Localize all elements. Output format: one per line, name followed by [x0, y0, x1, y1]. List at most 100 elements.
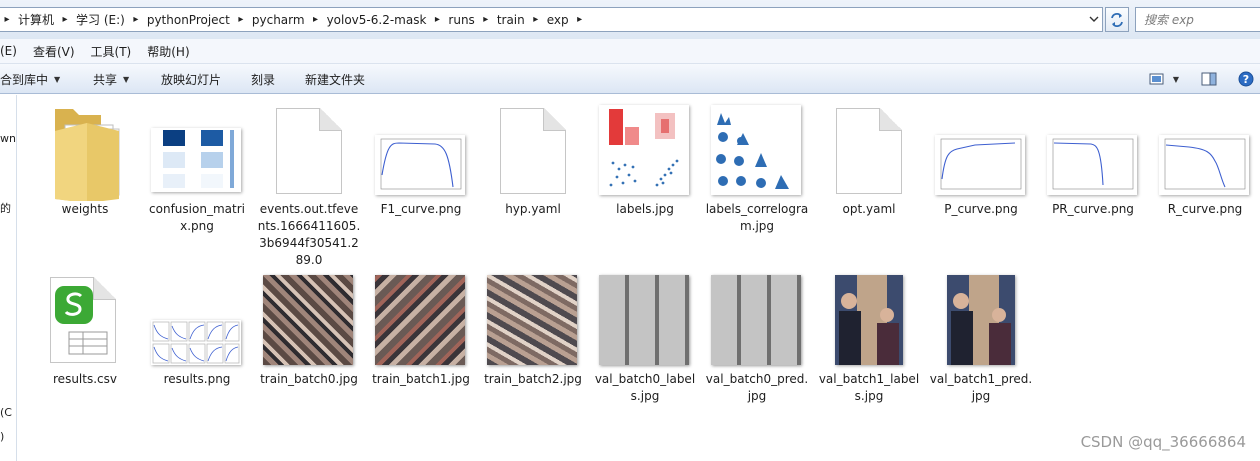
menu-view[interactable]: 查看(V): [27, 43, 81, 60]
file-name: PR_curve.png: [1052, 202, 1134, 216]
menu-tools[interactable]: 工具(T): [85, 43, 138, 60]
file-item-val-batch1-pred[interactable]: val_batch1_pred.jpg: [929, 265, 1033, 425]
breadcrumb-yolov5[interactable]: yolov5-6.2-mask: [323, 8, 431, 31]
nav-item-fragment[interactable]: wn: [0, 132, 16, 145]
image-thumbnail: [375, 135, 465, 195]
dropdown-arrow-icon: ▼: [1172, 74, 1180, 84]
chevron-down-icon[interactable]: [1088, 13, 1100, 25]
file-icon: [836, 108, 902, 194]
image-thumbnail: [711, 275, 801, 365]
file-item-opt-yaml[interactable]: opt.yaml: [817, 95, 921, 225]
image-thumbnail: [835, 275, 903, 365]
folder-icon: [55, 109, 120, 201]
file-item-val-batch0-pred[interactable]: val_batch0_pred.jpg: [705, 265, 809, 425]
view-options-button[interactable]: ▼: [1146, 70, 1182, 88]
image-thumbnail: [375, 275, 465, 365]
file-item-events[interactable]: events.out.tfevents.1666411605.3b6944f30…: [257, 95, 361, 270]
file-item-pr-curve[interactable]: PR_curve.png: [1041, 95, 1145, 225]
file-item-results-png[interactable]: results.png: [145, 265, 249, 395]
file-name: train_batch0.jpg: [260, 372, 358, 386]
file-list: weights confusion_matrix.png events.out.…: [18, 95, 1260, 461]
file-name: confusion_matrix.png: [149, 202, 245, 233]
breadcrumb-computer[interactable]: 计算机: [14, 8, 58, 31]
dropdown-arrow-icon: ▼: [54, 74, 61, 84]
preview-pane-icon: [1201, 72, 1217, 86]
watermark: CSDN @qq_36666864: [1080, 433, 1246, 451]
file-name: train_batch2.jpg: [484, 372, 582, 386]
file-name: results.csv: [53, 372, 117, 386]
file-item-p-curve[interactable]: P_curve.png: [929, 95, 1033, 225]
file-name: weights: [61, 202, 109, 216]
file-item-train-batch1[interactable]: train_batch1.jpg: [369, 265, 473, 395]
help-button[interactable]: ?: [1236, 70, 1256, 88]
spreadsheet-icon: [50, 277, 116, 363]
image-thumbnail: [151, 128, 241, 192]
include-in-library-button[interactable]: 合到库中 ▼: [0, 64, 60, 94]
chevron-right-icon[interactable]: ▸: [479, 8, 493, 31]
file-name: P_curve.png: [944, 202, 1018, 216]
file-item-train-batch2[interactable]: train_batch2.jpg: [481, 265, 585, 395]
view-icon: [1149, 73, 1164, 85]
image-thumbnail: [151, 320, 241, 365]
file-name: train_batch1.jpg: [372, 372, 470, 386]
chevron-right-icon[interactable]: ▸: [129, 8, 143, 31]
file-item-weights[interactable]: weights: [33, 95, 137, 225]
breadcrumb-pythonproject[interactable]: pythonProject: [143, 8, 234, 31]
breadcrumb-train[interactable]: train: [493, 8, 529, 31]
share-button[interactable]: 共享 ▼: [93, 64, 129, 94]
svg-text:?: ?: [1243, 73, 1249, 86]
file-item-val-batch0-labels[interactable]: val_batch0_labels.jpg: [593, 265, 697, 425]
file-name: labels.jpg: [616, 202, 674, 216]
nav-item-fragment[interactable]: 的: [0, 200, 11, 216]
burn-button[interactable]: 刻录: [251, 64, 275, 94]
image-thumbnail: [487, 275, 577, 365]
file-item-f1-curve[interactable]: F1_curve.png: [369, 95, 473, 225]
file-name: results.png: [163, 372, 231, 386]
file-name: opt.yaml: [842, 202, 896, 216]
image-thumbnail: [599, 105, 689, 195]
slideshow-button[interactable]: 放映幻灯片: [161, 64, 221, 94]
file-item-hyp-yaml[interactable]: hyp.yaml: [481, 95, 585, 225]
file-item-results-csv[interactable]: results.csv: [33, 265, 137, 395]
file-name: val_batch0_pred.jpg: [705, 372, 809, 403]
search-input[interactable]: 搜索 exp: [1135, 7, 1260, 32]
file-item-r-curve[interactable]: R_curve.png: [1153, 95, 1257, 225]
navigation-pane[interactable]: wn 的 (C ): [0, 95, 17, 461]
file-item-train-batch0[interactable]: train_batch0.jpg: [257, 265, 361, 395]
chevron-right-icon[interactable]: ▸: [0, 8, 14, 31]
nav-item-fragment[interactable]: ): [0, 430, 4, 443]
menu-help[interactable]: 帮助(H): [141, 43, 195, 60]
chevron-right-icon[interactable]: ▸: [430, 8, 444, 31]
file-name: F1_curve.png: [380, 202, 462, 216]
file-item-labels[interactable]: labels.jpg: [593, 95, 697, 225]
breadcrumb-pycharm[interactable]: pycharm: [248, 8, 309, 31]
file-name: val_batch0_labels.jpg: [594, 372, 696, 403]
chevron-right-icon[interactable]: ▸: [573, 8, 587, 31]
include-in-library-label: 合到库中: [0, 72, 49, 87]
address-bar[interactable]: ▸ 计算机 ▸ 学习 (E:) ▸ pythonProject ▸ pychar…: [0, 7, 1103, 32]
chevron-right-icon[interactable]: ▸: [309, 8, 323, 31]
preview-pane-button[interactable]: [1199, 70, 1219, 88]
breadcrumb-exp[interactable]: exp: [543, 8, 573, 31]
file-icon: [500, 108, 566, 194]
address-bar-row: ▸ 计算机 ▸ 学习 (E:) ▸ pythonProject ▸ pychar…: [0, 0, 1260, 39]
dropdown-arrow-icon: ▼: [123, 74, 130, 84]
menu-edit[interactable]: (E): [0, 44, 23, 58]
image-thumbnail: [1047, 135, 1137, 195]
file-item-confusion-matrix[interactable]: confusion_matrix.png: [145, 95, 249, 255]
chevron-right-icon[interactable]: ▸: [58, 8, 72, 31]
command-bar: 合到库中 ▼ 共享 ▼ 放映幻灯片 刻录 新建文件夹 ▼ ?: [0, 64, 1260, 94]
file-item-val-batch1-labels[interactable]: val_batch1_labels.jpg: [817, 265, 921, 425]
file-name: labels_correlogram.jpg: [705, 202, 809, 233]
refresh-button[interactable]: [1105, 7, 1129, 32]
nav-item-fragment[interactable]: (C: [0, 406, 12, 419]
file-name: val_batch1_pred.jpg: [929, 372, 1033, 403]
file-item-labels-correlogram[interactable]: labels_correlogram.jpg: [705, 95, 809, 255]
breadcrumb-runs[interactable]: runs: [444, 8, 478, 31]
image-thumbnail: [711, 105, 801, 195]
breadcrumb-drive-e[interactable]: 学习 (E:): [72, 8, 129, 31]
new-folder-button[interactable]: 新建文件夹: [305, 64, 365, 94]
chevron-right-icon[interactable]: ▸: [234, 8, 248, 31]
image-thumbnail: [599, 275, 689, 365]
chevron-right-icon[interactable]: ▸: [529, 8, 543, 31]
